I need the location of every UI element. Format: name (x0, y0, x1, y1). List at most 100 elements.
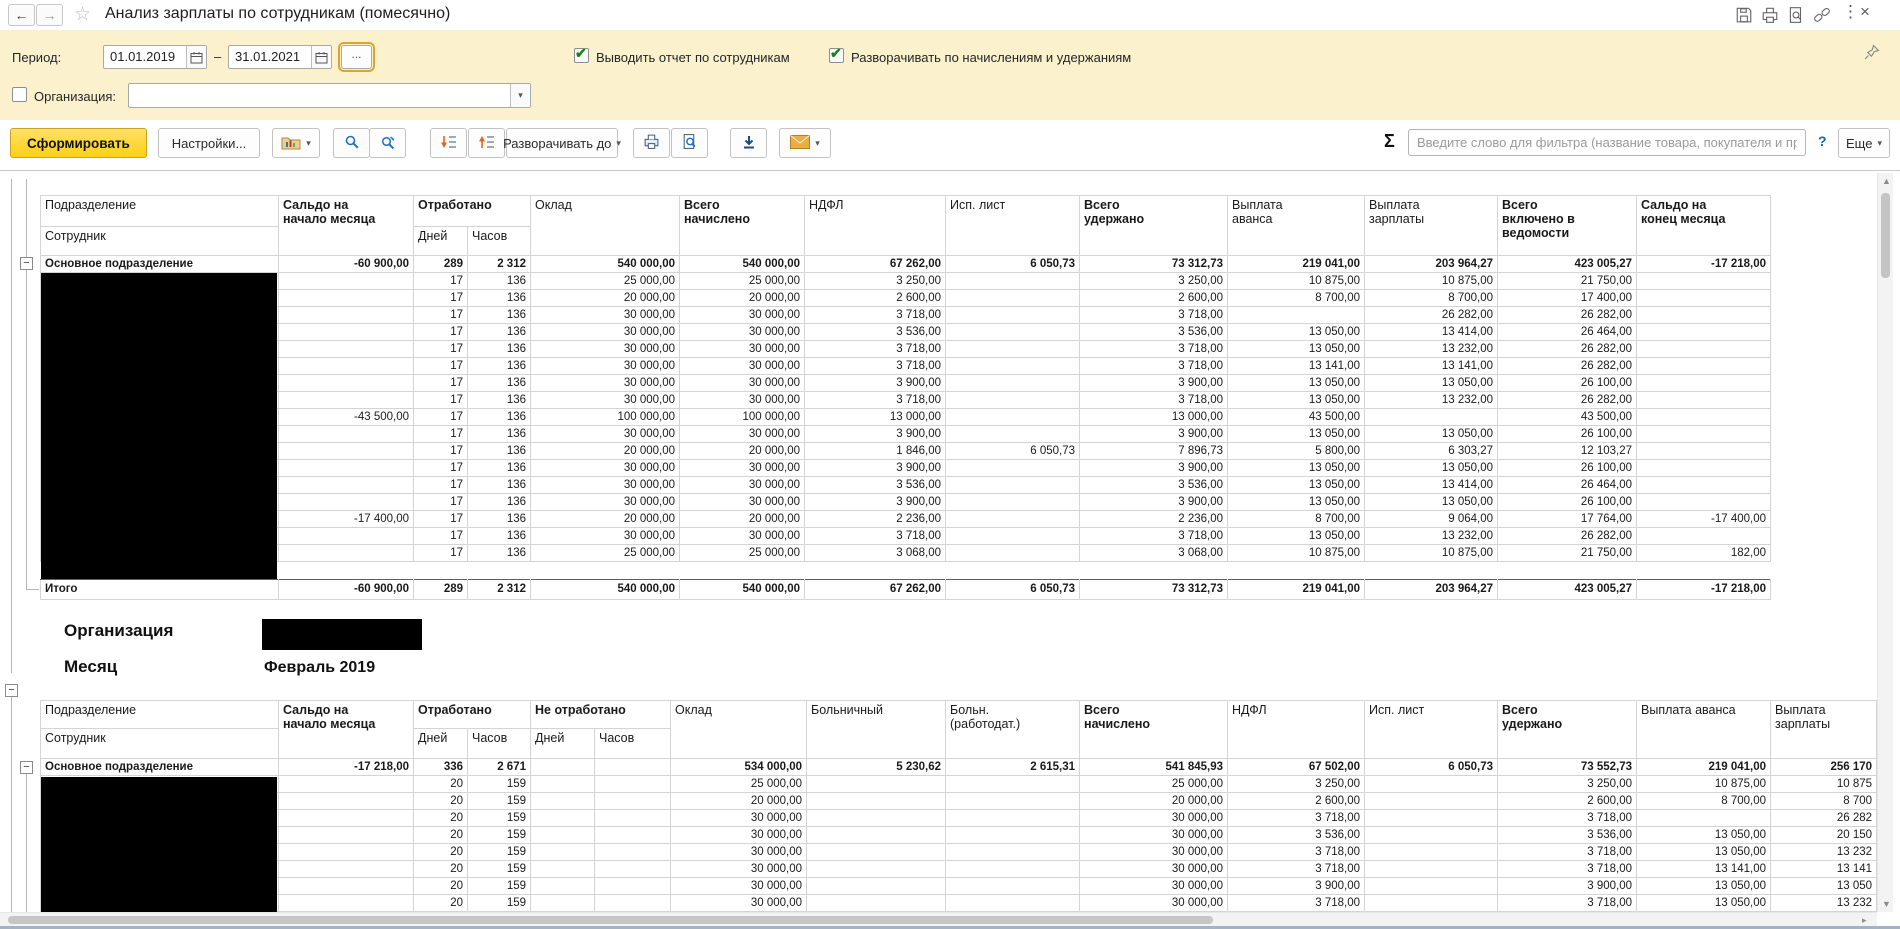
value-cell[interactable]: 159 (468, 793, 531, 810)
value-cell[interactable] (807, 776, 946, 793)
value-cell[interactable]: 17 (414, 443, 468, 460)
value-cell[interactable]: 17 (414, 494, 468, 511)
value-cell[interactable]: 25 000,00 (531, 545, 680, 562)
value-cell[interactable]: 13 050,00 (1228, 477, 1365, 494)
value-cell[interactable] (279, 358, 414, 375)
value-cell[interactable]: 13 232,00 (1365, 341, 1498, 358)
value-cell[interactable]: 13 000,00 (805, 409, 946, 426)
checkbox-show-by-employees[interactable]: ✔ (574, 48, 589, 63)
value-cell[interactable]: 13 050,00 (1637, 827, 1771, 844)
value-cell[interactable]: 13 050,00 (1228, 375, 1365, 392)
value-cell[interactable]: 3 718,00 (1080, 528, 1228, 545)
value-cell[interactable]: 12 103,27 (1498, 443, 1637, 460)
send-email-button[interactable]: ▾ (779, 128, 831, 158)
value-cell[interactable] (946, 878, 1080, 895)
value-cell[interactable]: 182,00 (1637, 545, 1771, 562)
value-cell[interactable] (946, 810, 1080, 827)
back-button[interactable]: ← (8, 4, 35, 26)
row-label-cell[interactable]: Основное подразделение (41, 256, 279, 273)
value-cell[interactable]: 3 718,00 (1498, 844, 1637, 861)
expand-all-button[interactable] (430, 128, 467, 158)
value-cell[interactable] (1365, 861, 1498, 878)
value-cell[interactable]: 8 700,00 (1228, 290, 1365, 307)
value-cell[interactable] (1637, 324, 1771, 341)
value-cell[interactable] (531, 759, 595, 776)
value-cell[interactable]: 13 232,00 (1365, 392, 1498, 409)
value-cell[interactable]: 73 312,73 (1080, 256, 1228, 273)
value-cell[interactable]: -60 900,00 (279, 580, 414, 600)
value-cell[interactable] (946, 545, 1080, 562)
value-cell[interactable]: 67 262,00 (805, 256, 946, 273)
value-cell[interactable]: 10 875,00 (1228, 273, 1365, 290)
value-cell[interactable]: 20 (414, 878, 468, 895)
period-to-input[interactable]: 31.01.2021 (228, 45, 332, 69)
value-cell[interactable]: 30 000,00 (671, 810, 807, 827)
value-cell[interactable]: 13 050,00 (1365, 375, 1498, 392)
value-cell[interactable]: 20 (414, 861, 468, 878)
value-cell[interactable]: 423 005,27 (1498, 580, 1637, 600)
value-cell[interactable]: -43 500,00 (279, 409, 414, 426)
value-cell[interactable] (807, 878, 946, 895)
value-cell[interactable]: 13 232 (1771, 844, 1877, 861)
value-cell[interactable]: 3 250,00 (1498, 776, 1637, 793)
value-cell[interactable]: 3 718,00 (1080, 392, 1228, 409)
value-cell[interactable]: 3 536,00 (1080, 324, 1228, 341)
value-cell[interactable]: 3 718,00 (1080, 358, 1228, 375)
value-cell[interactable]: 540 000,00 (531, 256, 680, 273)
value-cell[interactable]: 540 000,00 (680, 580, 805, 600)
save-to-file-button[interactable] (730, 128, 767, 158)
value-cell[interactable]: 13 414,00 (1365, 477, 1498, 494)
value-cell[interactable]: 3 900,00 (805, 460, 946, 477)
value-cell[interactable]: 17 (414, 290, 468, 307)
value-cell[interactable]: 3 718,00 (1080, 307, 1228, 324)
value-cell[interactable] (595, 776, 671, 793)
value-cell[interactable]: 30 000,00 (531, 460, 680, 477)
value-cell[interactable]: 3 718,00 (1228, 810, 1365, 827)
value-cell[interactable] (279, 827, 414, 844)
value-cell[interactable]: -17 218,00 (279, 759, 414, 776)
value-cell[interactable]: 159 (468, 861, 531, 878)
value-cell[interactable]: 25 000,00 (1080, 776, 1228, 793)
value-cell[interactable]: 26 282 (1771, 810, 1877, 827)
value-cell[interactable]: 159 (468, 878, 531, 895)
value-cell[interactable]: 30 000,00 (531, 375, 680, 392)
value-cell[interactable]: 3 250,00 (1080, 273, 1228, 290)
scroll-up-icon[interactable]: ▲ (1882, 176, 1891, 186)
print-button[interactable] (633, 128, 670, 158)
value-cell[interactable]: 3 718,00 (1498, 861, 1637, 878)
generate-button[interactable]: Сформировать (10, 128, 147, 158)
value-cell[interactable] (1365, 776, 1498, 793)
value-cell[interactable] (595, 878, 671, 895)
print-preview-icon[interactable] (1787, 6, 1805, 24)
value-cell[interactable]: 30 000,00 (1080, 895, 1228, 912)
value-cell[interactable]: 30 000,00 (680, 358, 805, 375)
value-cell[interactable] (946, 375, 1080, 392)
value-cell[interactable] (1228, 307, 1365, 324)
value-cell[interactable]: 10 875,00 (1365, 273, 1498, 290)
value-cell[interactable]: 30 000,00 (531, 528, 680, 545)
value-cell[interactable]: 30 000,00 (671, 895, 807, 912)
value-cell[interactable]: 30 000,00 (680, 426, 805, 443)
value-cell[interactable]: 7 896,73 (1080, 443, 1228, 460)
value-cell[interactable]: 336 (414, 759, 468, 776)
value-cell[interactable]: 159 (468, 895, 531, 912)
value-cell[interactable] (946, 793, 1080, 810)
print-icon[interactable] (1761, 6, 1779, 24)
value-cell[interactable]: 3 718,00 (1080, 341, 1228, 358)
value-cell[interactable]: 17 (414, 477, 468, 494)
value-cell[interactable]: 256 170 (1771, 759, 1877, 776)
value-cell[interactable] (1365, 844, 1498, 861)
value-cell[interactable]: 17 (414, 426, 468, 443)
value-cell[interactable]: 30 000,00 (680, 324, 805, 341)
value-cell[interactable] (946, 494, 1080, 511)
value-cell[interactable]: 3 900,00 (1080, 460, 1228, 477)
value-cell[interactable]: 3 900,00 (1228, 878, 1365, 895)
value-cell[interactable] (595, 810, 671, 827)
value-cell[interactable] (1637, 290, 1771, 307)
value-cell[interactable]: 73 552,73 (1498, 759, 1637, 776)
value-cell[interactable] (946, 460, 1080, 477)
value-cell[interactable]: 20 000,00 (680, 443, 805, 460)
value-cell[interactable]: 20 (414, 844, 468, 861)
value-cell[interactable] (1365, 878, 1498, 895)
value-cell[interactable]: 17 764,00 (1498, 511, 1637, 528)
